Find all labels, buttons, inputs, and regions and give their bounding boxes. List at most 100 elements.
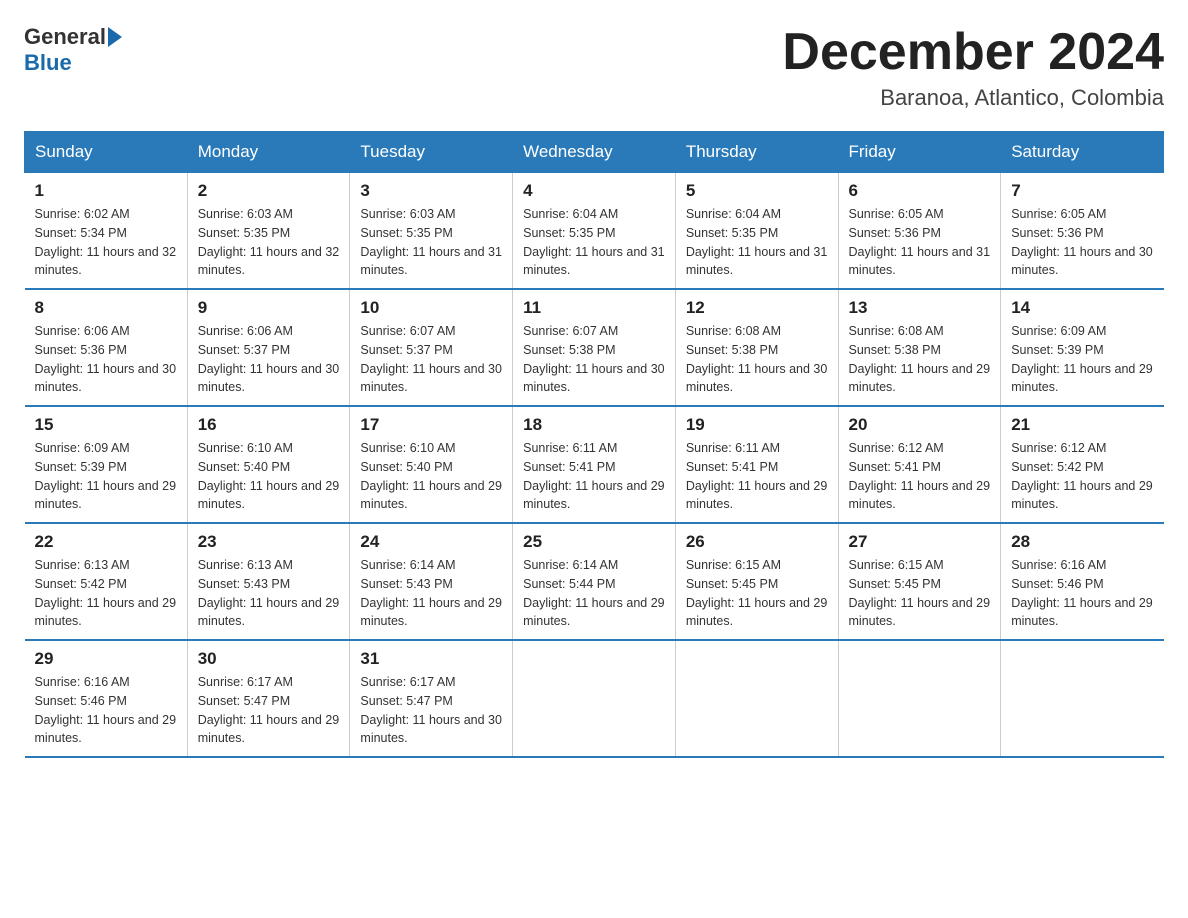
- day-info: Sunrise: 6:08 AM Sunset: 5:38 PM Dayligh…: [686, 322, 828, 397]
- day-info: Sunrise: 6:16 AM Sunset: 5:46 PM Dayligh…: [1011, 556, 1153, 631]
- day-info: Sunrise: 6:10 AM Sunset: 5:40 PM Dayligh…: [198, 439, 340, 514]
- day-number: 15: [35, 415, 177, 435]
- day-info: Sunrise: 6:08 AM Sunset: 5:38 PM Dayligh…: [849, 322, 991, 397]
- day-info: Sunrise: 6:06 AM Sunset: 5:36 PM Dayligh…: [35, 322, 177, 397]
- day-number: 9: [198, 298, 340, 318]
- calendar-cell: 30 Sunrise: 6:17 AM Sunset: 5:47 PM Dayl…: [187, 640, 350, 757]
- calendar-cell: 20 Sunrise: 6:12 AM Sunset: 5:41 PM Dayl…: [838, 406, 1001, 523]
- calendar-cell: 6 Sunrise: 6:05 AM Sunset: 5:36 PM Dayli…: [838, 173, 1001, 290]
- calendar-body: 1 Sunrise: 6:02 AM Sunset: 5:34 PM Dayli…: [25, 173, 1164, 758]
- day-info: Sunrise: 6:05 AM Sunset: 5:36 PM Dayligh…: [1011, 205, 1153, 280]
- calendar-cell: 14 Sunrise: 6:09 AM Sunset: 5:39 PM Dayl…: [1001, 289, 1164, 406]
- calendar-cell: 3 Sunrise: 6:03 AM Sunset: 5:35 PM Dayli…: [350, 173, 513, 290]
- calendar-table: SundayMondayTuesdayWednesdayThursdayFrid…: [24, 131, 1164, 758]
- calendar-title: December 2024: [782, 24, 1164, 81]
- day-number: 31: [360, 649, 502, 669]
- day-number: 12: [686, 298, 828, 318]
- calendar-cell: 18 Sunrise: 6:11 AM Sunset: 5:41 PM Dayl…: [513, 406, 676, 523]
- day-number: 16: [198, 415, 340, 435]
- calendar-cell: 25 Sunrise: 6:14 AM Sunset: 5:44 PM Dayl…: [513, 523, 676, 640]
- day-info: Sunrise: 6:07 AM Sunset: 5:38 PM Dayligh…: [523, 322, 665, 397]
- day-info: Sunrise: 6:05 AM Sunset: 5:36 PM Dayligh…: [849, 205, 991, 280]
- calendar-cell: 15 Sunrise: 6:09 AM Sunset: 5:39 PM Dayl…: [25, 406, 188, 523]
- header-thursday: Thursday: [675, 132, 838, 173]
- day-info: Sunrise: 6:17 AM Sunset: 5:47 PM Dayligh…: [360, 673, 502, 748]
- calendar-cell: 10 Sunrise: 6:07 AM Sunset: 5:37 PM Dayl…: [350, 289, 513, 406]
- day-info: Sunrise: 6:04 AM Sunset: 5:35 PM Dayligh…: [686, 205, 828, 280]
- calendar-cell: 1 Sunrise: 6:02 AM Sunset: 5:34 PM Dayli…: [25, 173, 188, 290]
- day-number: 18: [523, 415, 665, 435]
- calendar-cell: 24 Sunrise: 6:14 AM Sunset: 5:43 PM Dayl…: [350, 523, 513, 640]
- calendar-cell: [513, 640, 676, 757]
- day-number: 23: [198, 532, 340, 552]
- day-info: Sunrise: 6:09 AM Sunset: 5:39 PM Dayligh…: [1011, 322, 1153, 397]
- calendar-cell: 7 Sunrise: 6:05 AM Sunset: 5:36 PM Dayli…: [1001, 173, 1164, 290]
- header-tuesday: Tuesday: [350, 132, 513, 173]
- day-number: 13: [849, 298, 991, 318]
- day-info: Sunrise: 6:03 AM Sunset: 5:35 PM Dayligh…: [360, 205, 502, 280]
- day-info: Sunrise: 6:04 AM Sunset: 5:35 PM Dayligh…: [523, 205, 665, 280]
- calendar-cell: 31 Sunrise: 6:17 AM Sunset: 5:47 PM Dayl…: [350, 640, 513, 757]
- day-info: Sunrise: 6:07 AM Sunset: 5:37 PM Dayligh…: [360, 322, 502, 397]
- day-number: 8: [35, 298, 177, 318]
- day-info: Sunrise: 6:15 AM Sunset: 5:45 PM Dayligh…: [686, 556, 828, 631]
- logo-blue: Blue: [24, 50, 72, 75]
- day-info: Sunrise: 6:06 AM Sunset: 5:37 PM Dayligh…: [198, 322, 340, 397]
- calendar-cell: 28 Sunrise: 6:16 AM Sunset: 5:46 PM Dayl…: [1001, 523, 1164, 640]
- day-number: 28: [1011, 532, 1153, 552]
- day-number: 25: [523, 532, 665, 552]
- header-row: SundayMondayTuesdayWednesdayThursdayFrid…: [25, 132, 1164, 173]
- calendar-cell: 22 Sunrise: 6:13 AM Sunset: 5:42 PM Dayl…: [25, 523, 188, 640]
- day-number: 1: [35, 181, 177, 201]
- day-number: 22: [35, 532, 177, 552]
- day-number: 11: [523, 298, 665, 318]
- calendar-cell: 21 Sunrise: 6:12 AM Sunset: 5:42 PM Dayl…: [1001, 406, 1164, 523]
- day-number: 24: [360, 532, 502, 552]
- calendar-cell: 8 Sunrise: 6:06 AM Sunset: 5:36 PM Dayli…: [25, 289, 188, 406]
- day-info: Sunrise: 6:03 AM Sunset: 5:35 PM Dayligh…: [198, 205, 340, 280]
- day-info: Sunrise: 6:09 AM Sunset: 5:39 PM Dayligh…: [35, 439, 177, 514]
- calendar-cell: [675, 640, 838, 757]
- calendar-cell: 17 Sunrise: 6:10 AM Sunset: 5:40 PM Dayl…: [350, 406, 513, 523]
- header-wednesday: Wednesday: [513, 132, 676, 173]
- header-friday: Friday: [838, 132, 1001, 173]
- day-info: Sunrise: 6:17 AM Sunset: 5:47 PM Dayligh…: [198, 673, 340, 748]
- day-number: 10: [360, 298, 502, 318]
- calendar-cell: 11 Sunrise: 6:07 AM Sunset: 5:38 PM Dayl…: [513, 289, 676, 406]
- day-info: Sunrise: 6:15 AM Sunset: 5:45 PM Dayligh…: [849, 556, 991, 631]
- day-info: Sunrise: 6:14 AM Sunset: 5:44 PM Dayligh…: [523, 556, 665, 631]
- day-number: 30: [198, 649, 340, 669]
- day-info: Sunrise: 6:12 AM Sunset: 5:42 PM Dayligh…: [1011, 439, 1153, 514]
- day-number: 20: [849, 415, 991, 435]
- calendar-cell: 19 Sunrise: 6:11 AM Sunset: 5:41 PM Dayl…: [675, 406, 838, 523]
- day-number: 17: [360, 415, 502, 435]
- logo-arrow-icon: [108, 27, 122, 47]
- calendar-cell: 4 Sunrise: 6:04 AM Sunset: 5:35 PM Dayli…: [513, 173, 676, 290]
- day-number: 5: [686, 181, 828, 201]
- calendar-cell: 9 Sunrise: 6:06 AM Sunset: 5:37 PM Dayli…: [187, 289, 350, 406]
- day-number: 3: [360, 181, 502, 201]
- calendar-cell: 5 Sunrise: 6:04 AM Sunset: 5:35 PM Dayli…: [675, 173, 838, 290]
- calendar-cell: 16 Sunrise: 6:10 AM Sunset: 5:40 PM Dayl…: [187, 406, 350, 523]
- calendar-cell: 26 Sunrise: 6:15 AM Sunset: 5:45 PM Dayl…: [675, 523, 838, 640]
- calendar-cell: 23 Sunrise: 6:13 AM Sunset: 5:43 PM Dayl…: [187, 523, 350, 640]
- day-number: 14: [1011, 298, 1153, 318]
- day-number: 19: [686, 415, 828, 435]
- day-info: Sunrise: 6:13 AM Sunset: 5:42 PM Dayligh…: [35, 556, 177, 631]
- day-number: 7: [1011, 181, 1153, 201]
- day-number: 29: [35, 649, 177, 669]
- day-info: Sunrise: 6:14 AM Sunset: 5:43 PM Dayligh…: [360, 556, 502, 631]
- week-row-5: 29 Sunrise: 6:16 AM Sunset: 5:46 PM Dayl…: [25, 640, 1164, 757]
- day-info: Sunrise: 6:13 AM Sunset: 5:43 PM Dayligh…: [198, 556, 340, 631]
- calendar-cell: 27 Sunrise: 6:15 AM Sunset: 5:45 PM Dayl…: [838, 523, 1001, 640]
- day-number: 27: [849, 532, 991, 552]
- calendar-cell: 2 Sunrise: 6:03 AM Sunset: 5:35 PM Dayli…: [187, 173, 350, 290]
- week-row-2: 8 Sunrise: 6:06 AM Sunset: 5:36 PM Dayli…: [25, 289, 1164, 406]
- day-number: 6: [849, 181, 991, 201]
- calendar-cell: 13 Sunrise: 6:08 AM Sunset: 5:38 PM Dayl…: [838, 289, 1001, 406]
- header-saturday: Saturday: [1001, 132, 1164, 173]
- day-info: Sunrise: 6:16 AM Sunset: 5:46 PM Dayligh…: [35, 673, 177, 748]
- title-block: December 2024 Baranoa, Atlantico, Colomb…: [782, 24, 1164, 111]
- logo-general: General: [24, 24, 106, 50]
- page-header: General Blue December 2024 Baranoa, Atla…: [24, 24, 1164, 111]
